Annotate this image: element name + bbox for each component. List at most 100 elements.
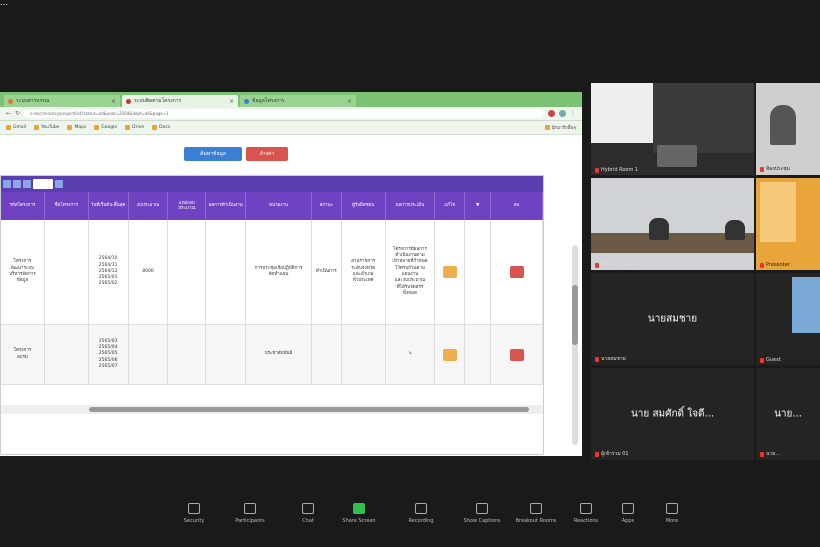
column-header[interactable]: สถานะ <box>312 192 342 220</box>
security-button[interactable]: Security <box>166 503 222 524</box>
page-button[interactable] <box>13 180 21 188</box>
browser-tab-3[interactable]: ข้อมูลโครงการ × <box>240 95 356 107</box>
participant-tile[interactable]: Hybrid Room 1 <box>591 83 754 175</box>
table-cell: โครงการมีผลการ ดำเนินงานตาม เป้าหมายที่ก… <box>386 220 436 324</box>
menu-icon[interactable]: ⋮ <box>570 110 576 117</box>
participant-tile[interactable]: ห้องประชุม <box>756 83 820 175</box>
participant-name: Presenter <box>760 262 790 268</box>
bookmark-label: Gmail <box>13 125 27 130</box>
column-header[interactable]: งบประมาณ <box>129 192 169 220</box>
breakout-rooms-button[interactable]: Breakout Rooms <box>508 503 564 524</box>
column-header[interactable]: รหัสโครงการ <box>1 192 45 220</box>
table-cell: 2564/10 2564/11 2564/12 2565/01 2565/02 <box>89 220 129 324</box>
table-cell <box>435 325 466 384</box>
laptop <box>657 145 697 167</box>
delete-icon[interactable] <box>509 348 524 361</box>
bookmark-item[interactable]: Docs <box>152 125 170 130</box>
bookmark-icon <box>6 125 11 130</box>
table-row[interactable]: โครงการ พัฒนาระบบ บริหารจัดการ ข้อมูล 256… <box>1 220 543 325</box>
column-header[interactable]: ▼ <box>465 192 492 220</box>
participants-button[interactable]: Participants <box>222 503 278 524</box>
zoom-meeting-window: ⋯ ระบบสารบรรณ × ระบบติดตามโครงการ × ข้อมูล… <box>0 0 820 547</box>
reset-button[interactable]: ล้างค่า <box>246 147 288 161</box>
table-cell <box>491 325 543 384</box>
participant-tile[interactable]: Meeting Room <box>591 178 754 270</box>
tab-label: ระบบสารบรรณ <box>16 98 50 104</box>
bookmark-label: บุ๊กมาร์กอื่นๆ <box>551 126 576 131</box>
table-cell: การประชุมเชิงปฏิบัติการ จัดทำแผน <box>246 220 312 324</box>
table-cell <box>206 220 247 324</box>
participant-name: Hybrid Room 1 <box>595 167 638 173</box>
tab-label: ข้อมูลโครงการ <box>252 98 285 104</box>
table-header: รหัสโครงการ ชื่อโครงการ วันที่เริ่มต้น-สิ้… <box>1 192 543 220</box>
reload-icon[interactable]: ↻ <box>15 110 20 117</box>
table-cell: โครงการ พัฒนาระบบ บริหารจัดการ ข้อมูล <box>1 220 45 324</box>
tab-favicon-icon <box>126 98 131 104</box>
back-icon[interactable]: ← <box>6 110 11 117</box>
edit-icon[interactable] <box>442 266 457 278</box>
vertical-scrollbar[interactable] <box>572 245 578 445</box>
close-icon[interactable]: × <box>347 98 352 105</box>
scrollbar-thumb[interactable] <box>572 285 578 345</box>
participant-tile[interactable]: นายสมชาย นายสมชาย <box>591 273 754 365</box>
table-cell: ส่วนราชการ ระดับจังหวัด และอำเภอ ทั่วประ… <box>342 220 386 324</box>
column-header[interactable]: ชื่อโครงการ <box>45 192 89 220</box>
bookmark-label: Docs <box>159 125 171 130</box>
bookmark-item[interactable]: Google <box>94 125 117 130</box>
participant-tile[interactable]: Guest <box>756 273 820 365</box>
bookmark-label: Maps <box>74 125 87 130</box>
next-page-button[interactable] <box>55 180 63 188</box>
column-header[interactable]: หน่วยงาน <box>246 192 312 220</box>
browser-tab-1[interactable]: ระบบสารบรรณ × <box>4 95 120 107</box>
page-size-input[interactable] <box>33 179 53 189</box>
column-header[interactable]: แหล่งงบประมาณ <box>168 192 207 220</box>
table-body: โครงการ พัฒนาระบบ บริหารจัดการ ข้อมูล 256… <box>1 220 543 385</box>
close-icon[interactable]: × <box>229 98 234 105</box>
scrollbar-thumb[interactable] <box>89 407 529 412</box>
column-header[interactable]: แก้ไข <box>435 192 466 220</box>
participant-tile[interactable]: นาย สมศักดิ์ ใจดี... ผู้เข้าร่วม 01 <box>591 368 754 460</box>
people-icon <box>244 503 256 514</box>
search-button[interactable]: ค้นหาข้อมูล <box>184 147 242 161</box>
bookmark-item[interactable]: บุ๊กมาร์กอื่นๆ <box>544 124 576 131</box>
chat-icon <box>302 503 314 514</box>
bookmark-icon <box>34 125 40 130</box>
close-icon[interactable]: × <box>111 98 116 105</box>
more-button[interactable]: More <box>644 503 700 524</box>
share-screen-button[interactable]: Share Screen <box>331 503 387 524</box>
browser-tab-bar: ระบบสารบรรณ × ระบบติดตามโครงการ × ข้อมูลโค… <box>0 92 582 107</box>
profile-icon[interactable] <box>559 110 566 117</box>
recording-button[interactable]: Recording <box>393 503 449 524</box>
mic-muted-icon <box>760 166 764 172</box>
bookmark-item[interactable]: YouTube <box>34 125 59 130</box>
extension-icon[interactable] <box>548 110 555 117</box>
table-row[interactable]: โครงการ อบรม 2565/03 2565/04 2565/05 2565… <box>1 325 543 385</box>
edit-icon[interactable] <box>442 348 457 361</box>
web-page: ค้นหาข้อมูล ล้างค่า รหัสโครงการ ชื่อโครงก… <box>0 135 582 455</box>
bookmark-item[interactable]: Gmail <box>6 125 26 130</box>
bookmark-item[interactable]: Drive <box>125 125 144 130</box>
chat-button[interactable]: Chat <box>280 503 336 524</box>
delete-icon[interactable] <box>509 266 524 278</box>
bookmark-label: YouTube <box>41 125 60 130</box>
bookmark-icon <box>94 125 100 130</box>
table-cell <box>45 325 89 384</box>
column-header[interactable]: ลบ <box>491 192 543 220</box>
prev-page-button[interactable] <box>3 180 11 188</box>
table-cell <box>465 220 492 324</box>
bookmark-item[interactable]: Maps <box>67 125 86 130</box>
browser-tab-2[interactable]: ระบบติดตามโครงการ × <box>122 95 238 107</box>
participant-tile[interactable]: นาย... นาย... <box>756 368 820 460</box>
url-input[interactable]: e-doc/ministry/project/list?status=all&y… <box>24 109 544 118</box>
shared-screen: ระบบสารบรรณ × ระบบติดตามโครงการ × ข้อมูลโค… <box>0 92 582 456</box>
person-silhouette <box>770 105 796 145</box>
participant-tile[interactable]: Presenter <box>756 178 820 270</box>
bookmark-icon <box>152 125 158 130</box>
captions-button[interactable]: Show Captions <box>454 503 510 524</box>
column-header[interactable]: ผู้รับผิดชอบ <box>342 192 386 220</box>
column-header[interactable]: ผลการดำเนินงาน <box>206 192 247 220</box>
page-button[interactable] <box>23 180 31 188</box>
column-header[interactable]: วันที่เริ่มต้น-สิ้นสุด <box>89 192 129 220</box>
column-header[interactable]: ผลการประเมิน <box>386 192 436 220</box>
table-cell <box>312 325 342 384</box>
